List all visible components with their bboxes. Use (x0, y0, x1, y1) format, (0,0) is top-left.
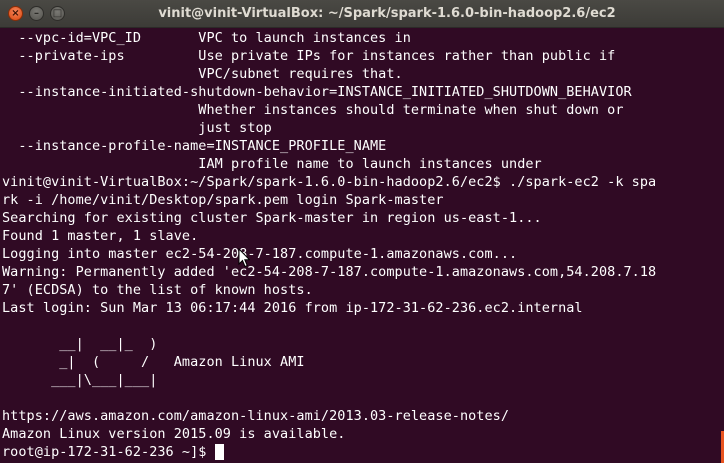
terminal-line: --instance-initiated-shutdown-behavior=I… (2, 84, 632, 100)
text-cursor (215, 444, 225, 460)
terminal-line: IAM profile name to launch instances und… (2, 156, 542, 172)
terminal-line: VPC/subnet requires that. (2, 66, 403, 82)
terminal-line: Warning: Permanently added 'ec2-54-208-7… (2, 264, 657, 280)
terminal-line: --private-ips Use private IPs for instan… (2, 48, 616, 64)
terminal-line: Logging into master ec2-54-208-7-187.com… (2, 246, 518, 262)
terminal-line: vinit@vinit-VirtualBox:~/Spark/spark-1.6… (2, 174, 657, 190)
terminal-line: rk -i /home/vinit/Desktop/spark.pem logi… (2, 192, 444, 208)
terminal-window: × – □ vinit@vinit-VirtualBox: ~/Spark/sp… (0, 0, 724, 463)
terminal-line: Whether instances should terminate when … (2, 102, 624, 118)
command-prompt[interactable]: root@ip-172-31-62-236 ~]$ (2, 443, 718, 461)
ascii-logo-line: _| ( / Amazon Linux AMI (2, 354, 305, 370)
terminal-output[interactable]: --vpc-id=VPC_ID VPC to launch instances … (2, 29, 718, 463)
title-bar[interactable]: × – □ vinit@vinit-VirtualBox: ~/Spark/sp… (0, 0, 724, 28)
mouse-pointer-icon (238, 248, 250, 268)
prompt-text: root@ip-172-31-62-236 ~]$ (2, 444, 207, 460)
terminal-line: Found 1 master, 1 slave. (2, 228, 199, 244)
terminal-line: https://aws.amazon.com/amazon-linux-ami/… (2, 408, 510, 424)
terminal-line: 7' (ECDSA) to the list of known hosts. (2, 282, 313, 298)
terminal-line: Searching for existing cluster Spark-mas… (2, 210, 542, 226)
terminal-line: Amazon Linux version 2015.09 is availabl… (2, 426, 346, 442)
ascii-logo-line: ___|\___|___| (2, 372, 158, 388)
terminal-line: Last login: Sun Mar 13 06:17:44 2016 fro… (2, 300, 583, 316)
terminal-line: --vpc-id=VPC_ID VPC to launch instances … (2, 30, 411, 46)
terminal-line: --instance-profile-name=INSTANCE_PROFILE… (2, 138, 387, 154)
window-title: vinit@vinit-VirtualBox: ~/Spark/spark-1.… (158, 6, 616, 21)
ascii-logo-line: __| __|_ ) (2, 336, 158, 352)
terminal-line: just stop (2, 120, 272, 136)
